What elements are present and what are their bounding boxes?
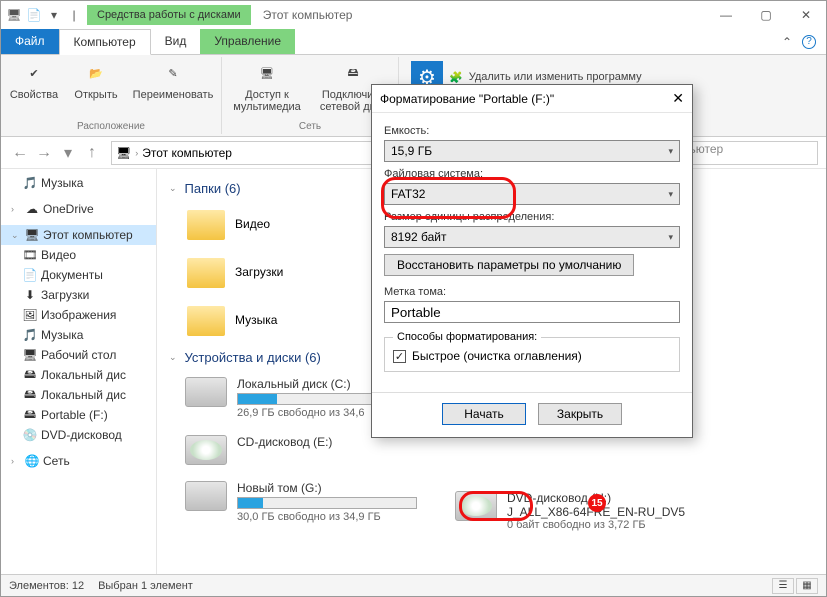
maximize-button[interactable]: ▢ [746, 1, 786, 29]
pc-icon: 🖥 [116, 146, 131, 160]
format-methods-group: Способы форматирования: ✓ Быстрое (очист… [384, 331, 680, 372]
tree-item-network[interactable]: ›🌐Сеть [1, 451, 156, 471]
volume-label-input[interactable] [384, 301, 680, 323]
capacity-select[interactable]: 15,9 ГБ▾ [384, 140, 680, 162]
tree-item-downloads[interactable]: ⬇Загрузки [1, 285, 156, 305]
tree-item-desktop[interactable]: 🖥Рабочий стол [1, 345, 156, 365]
annotation-badge-15: 15 [588, 494, 606, 512]
search-input[interactable]: пьютер [678, 141, 818, 165]
tree-item-pictures[interactable]: 🖼Изображения [1, 305, 156, 325]
chevron-right-icon: › [135, 148, 138, 158]
folder-icon [185, 302, 227, 338]
folder-icon [185, 254, 227, 290]
volume-label-label: Метка тома: [384, 286, 680, 298]
group-label-network: Сеть [299, 121, 321, 134]
quick-format-checkbox[interactable]: ✓ Быстрое (очистка оглавления) [393, 349, 671, 363]
programs-icon: 🧩 [449, 71, 463, 84]
dialog-button-row: Начать Закрыть [372, 392, 692, 437]
filesystem-select[interactable]: FAT32▾ [384, 183, 680, 205]
tree-item-thispc[interactable]: ⌄🖥Этот компьютер [1, 225, 156, 245]
tree-item-onedrive[interactable]: ›☁OneDrive [1, 199, 156, 219]
breadcrumb-label: Этот компьютер [142, 146, 232, 160]
tree-item-docs[interactable]: 📄Документы [1, 265, 156, 285]
filesystem-label: Файловая система: [384, 168, 680, 180]
nav-back-button[interactable]: ← [9, 142, 31, 164]
restore-defaults-button[interactable]: Восстановить параметры по умолчанию [384, 254, 634, 276]
qat-chevron-icon[interactable]: ▾ [47, 8, 61, 22]
contextual-tab-badge: Средства работы с дисками [87, 5, 251, 25]
close-button[interactable]: ✕ [786, 1, 826, 29]
tree-item-music2[interactable]: 🎵Музыка [1, 325, 156, 345]
open-button[interactable]: 📂Открыть [67, 59, 125, 101]
dialog-close-icon[interactable]: ✕ [672, 90, 684, 107]
tab-view[interactable]: Вид [151, 29, 201, 54]
checkbox-icon: ✓ [393, 350, 406, 363]
start-button[interactable]: Начать [442, 403, 526, 425]
format-dialog: Форматирование "Portable (F:)" ✕ Емкость… [371, 84, 693, 438]
pc-icon: 🖥 [7, 8, 21, 22]
chevron-down-icon: ▾ [668, 189, 673, 200]
tree-item-video[interactable]: 🎞Видео [1, 245, 156, 265]
ribbon-tabs: Файл Компьютер Вид Управление ⌃ ? [1, 29, 826, 55]
tree-item-portable[interactable]: 🖴Portable (F:) [1, 405, 156, 425]
dialog-title-bar: Форматирование "Portable (F:)" ✕ [372, 85, 692, 113]
doc-icon: 📄 [27, 8, 41, 22]
tree-item-music[interactable]: 🎵Музыка [1, 173, 156, 193]
window-controls: — ▢ ✕ [706, 1, 826, 29]
drive-icon [185, 481, 227, 511]
tree-item-localg[interactable]: 🖴Локальный дис [1, 385, 156, 405]
tab-manage[interactable]: Управление [200, 29, 295, 54]
properties-button[interactable]: ✔Свойства [5, 59, 63, 101]
minimize-button[interactable]: — [706, 1, 746, 29]
chevron-down-icon: ▾ [668, 232, 673, 243]
nav-forward-button[interactable]: → [33, 142, 55, 164]
allocation-label: Размер единицы распределения: [384, 211, 680, 223]
capacity-label: Емкость: [384, 125, 680, 137]
nav-recent-chevron-icon[interactable]: ▾ [57, 142, 79, 164]
dvd-icon [455, 491, 497, 521]
rename-button[interactable]: ✎Переименовать [129, 59, 217, 101]
drive-icon [185, 377, 227, 407]
view-icons-button[interactable]: ▦ [796, 578, 818, 594]
help-icon[interactable]: ? [802, 35, 816, 49]
format-methods-legend: Способы форматирования: [393, 331, 541, 343]
tree-item-dvd[interactable]: 💿DVD-дисковод [1, 425, 156, 445]
status-selection: Выбран 1 элемент [98, 580, 193, 592]
allocation-select[interactable]: 8192 байт▾ [384, 226, 680, 248]
ribbon-help: ⌃ ? [782, 29, 826, 54]
tree-item-localc[interactable]: 🖴Локальный дис [1, 365, 156, 385]
dialog-title: Форматирование "Portable (F:)" [380, 92, 554, 106]
chevron-down-icon: ▾ [668, 146, 673, 157]
folder-icon [185, 206, 227, 242]
drive-h[interactable]: DVD-дисковод (H:) J_ALL_X86-64FRE_EN-RU_… [439, 483, 814, 539]
ribbon-group-location: ✔Свойства 📂Открыть ✎Переименовать Распол… [1, 57, 222, 134]
tab-computer[interactable]: Компьютер [59, 29, 151, 55]
navigation-tree: 🎵Музыка ›☁OneDrive ⌄🖥Этот компьютер 🎞Вид… [1, 169, 157, 574]
nav-up-button[interactable]: ↑ [81, 142, 103, 164]
group-label-location: Расположение [77, 121, 145, 134]
quick-access-toolbar: 🖥 📄 ▾ | [1, 8, 87, 22]
view-details-button[interactable]: ☰ [772, 578, 794, 594]
status-count: Элементов: 12 [9, 580, 84, 592]
title-bar: 🖥 📄 ▾ | Средства работы с дисками Этот к… [1, 1, 826, 29]
ribbon-collapse-icon[interactable]: ⌃ [782, 35, 792, 49]
dvd-icon [185, 435, 227, 465]
media-access-button[interactable]: 🖥Доступ к мультимедиа [226, 59, 308, 113]
status-bar: Элементов: 12 Выбран 1 элемент ☰ ▦ [1, 574, 826, 596]
close-dialog-button[interactable]: Закрыть [538, 403, 622, 425]
window-title: Этот компьютер [251, 8, 353, 22]
divider: | [67, 8, 81, 22]
tab-file[interactable]: Файл [1, 29, 59, 54]
